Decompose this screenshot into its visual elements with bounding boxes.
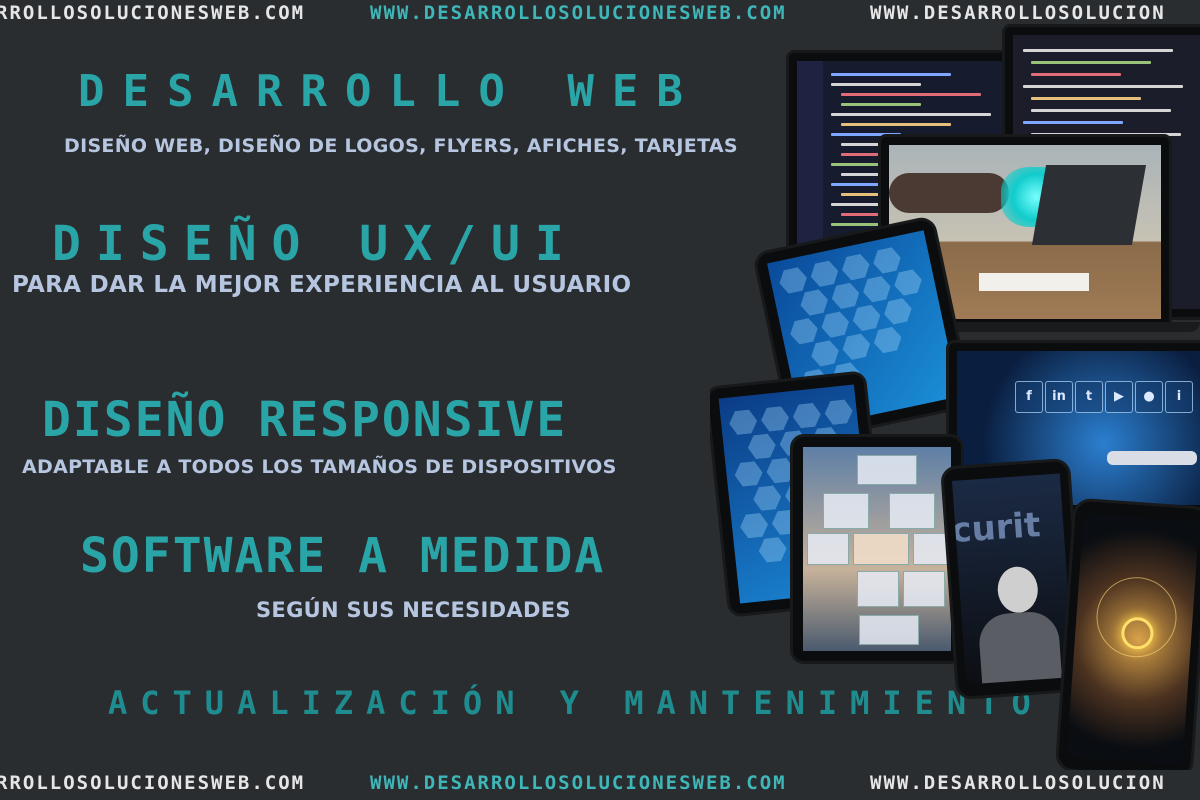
watermark-text: WWW.DESARROLLOSOLUCIONESWEB.COM — [370, 2, 787, 24]
device-collage: f in t ▶ ● i curit — [710, 22, 1200, 770]
social-icon: i — [1165, 381, 1193, 413]
service-subtitle-responsive: ADAPTABLE A TODOS LOS TAMAÑOS DE DISPOSI… — [22, 456, 617, 478]
security-word: curit — [952, 505, 1042, 552]
watermark-text: WWW.DESARROLLOSOLUCION — [870, 772, 1166, 794]
service-title-software: SOFTWARE A MEDIDA — [80, 528, 606, 584]
social-icon: t — [1075, 381, 1103, 413]
social-icon: in — [1045, 381, 1073, 413]
phone-touch-hand — [1054, 497, 1200, 770]
touch-screen — [1066, 513, 1200, 765]
social-icon: f — [1015, 381, 1043, 413]
service-title-responsive: DISEÑO RESPONSIVE — [42, 392, 568, 448]
service-title-uxui: DISEÑO UX/UI — [52, 216, 579, 272]
watermark-text: RROLLOSOLUCIONESWEB.COM — [0, 2, 306, 24]
watermark-text: RROLLOSOLUCIONESWEB.COM — [0, 772, 306, 794]
service-title-web: DESARROLLO WEB — [78, 66, 701, 117]
service-subtitle-software: SEGÚN SUS NECESIDADES — [256, 598, 571, 622]
security-screen: curit — [952, 473, 1074, 685]
tablet-touch-tiles — [790, 434, 964, 664]
watermark-text: WWW.DESARROLLOSOLUCIONESWEB.COM — [370, 772, 787, 794]
watermark-band-bottom: RROLLOSOLUCIONESWEB.COM WWW.DESARROLLOSO… — [0, 770, 1200, 798]
tiles-screen — [803, 447, 951, 651]
watermark-text: WWW.DESARROLLOSOLUCION — [870, 2, 1166, 24]
social-icon: ● — [1135, 381, 1163, 413]
social-icon: ▶ — [1105, 381, 1133, 413]
service-subtitle-web: DISEÑO WEB, DISEÑO DE LOGOS, FLYERS, AFI… — [64, 135, 738, 157]
service-subtitle-uxui: PARA DAR LA MEJOR EXPERIENCIA AL USUARIO — [12, 272, 632, 298]
